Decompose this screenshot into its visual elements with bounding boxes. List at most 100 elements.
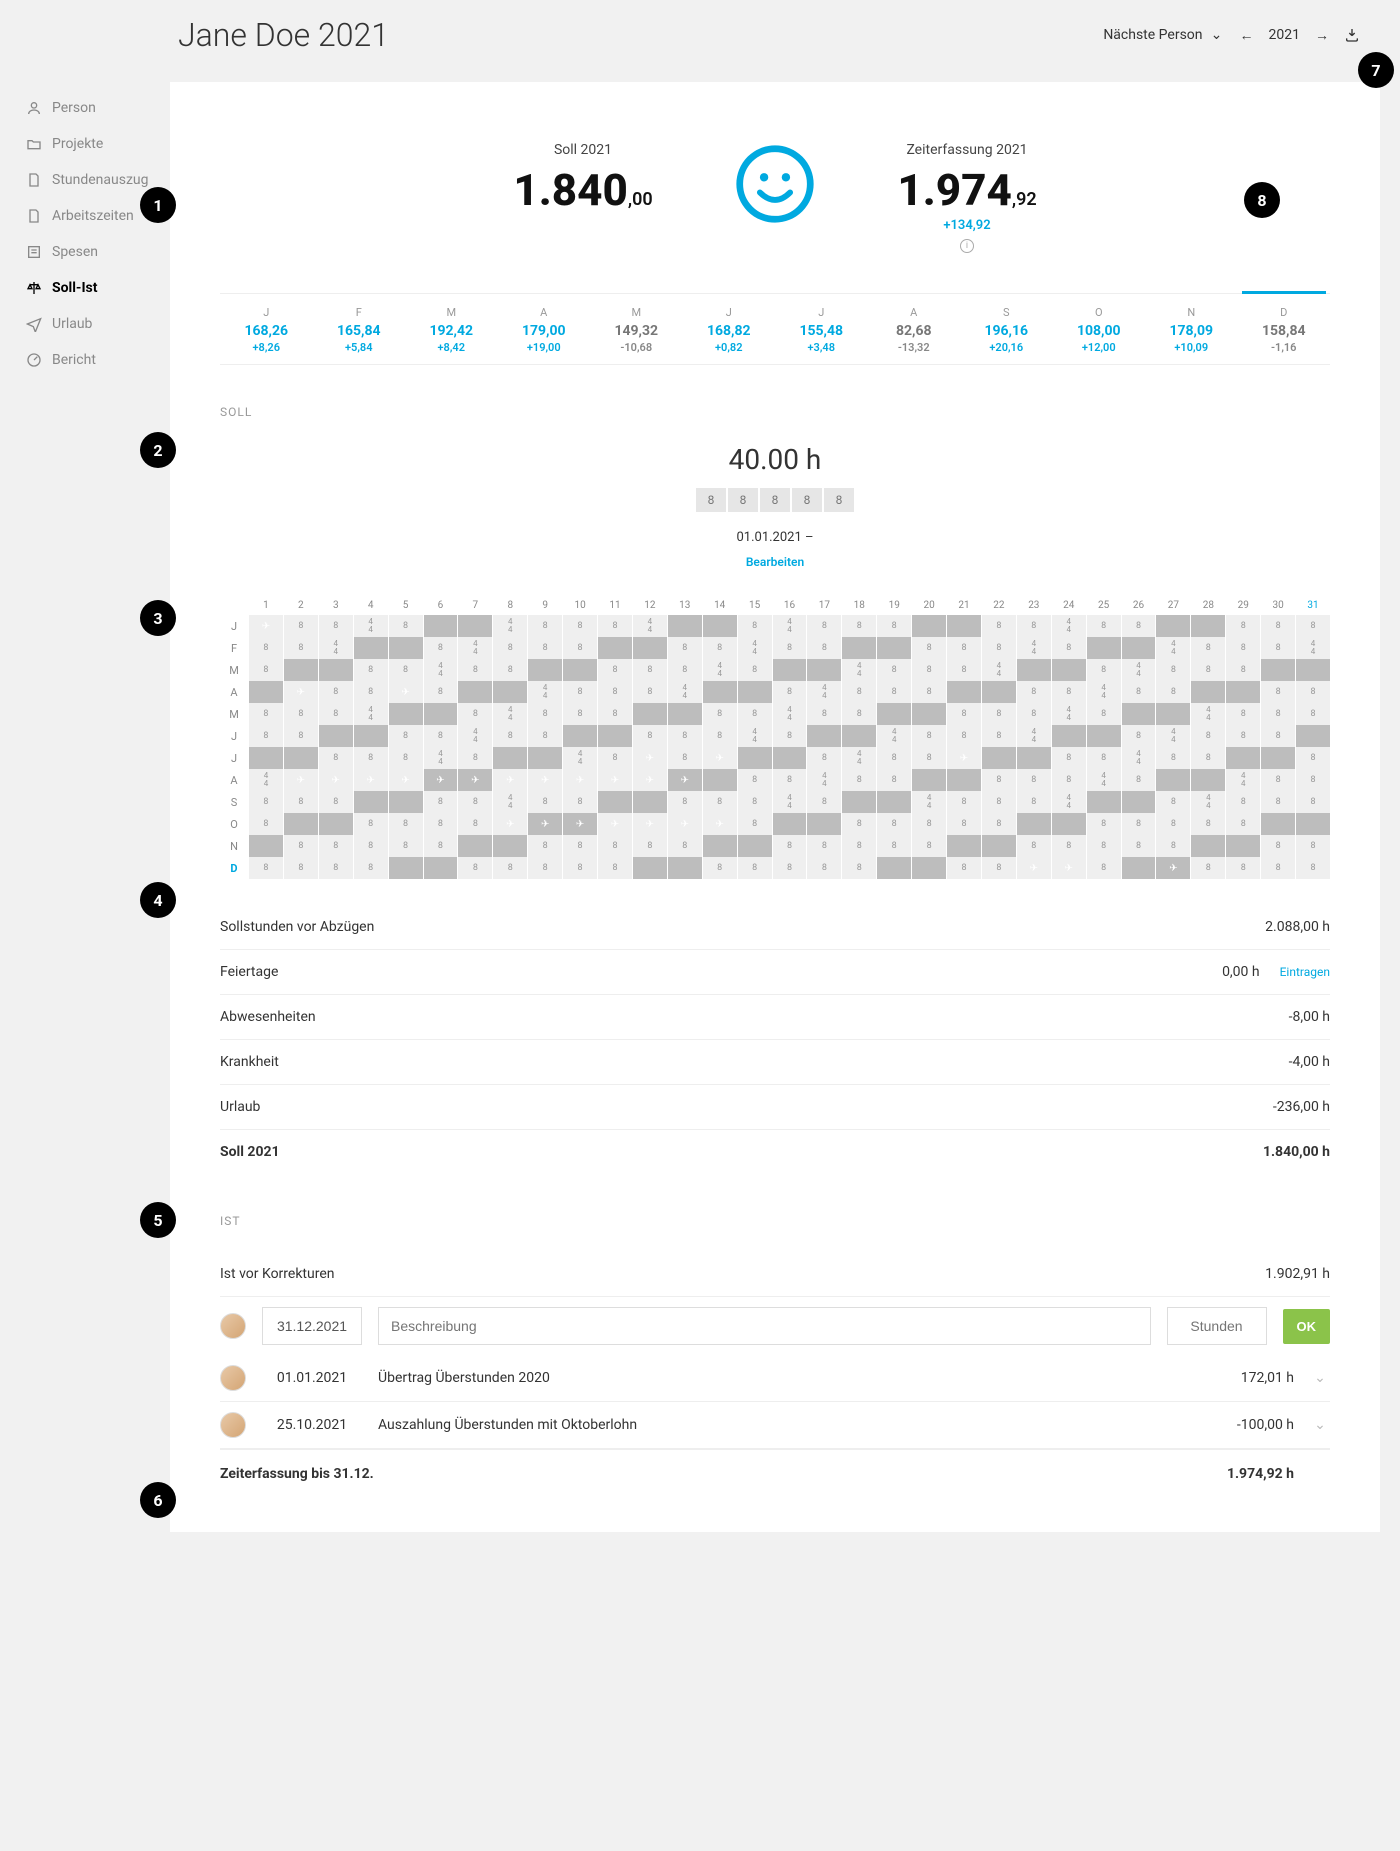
calendar-cell[interactable]: 8 xyxy=(563,637,597,659)
calendar-cell[interactable]: 8 xyxy=(1296,857,1330,879)
calendar-cell[interactable]: 8 xyxy=(773,835,807,857)
calendar-cell[interactable]: 8 xyxy=(807,857,841,879)
calendar-cell[interactable]: 8 xyxy=(563,703,597,725)
chevron-down-icon[interactable]: ⌄ xyxy=(1310,1370,1330,1386)
calendar-cell[interactable]: 8 xyxy=(1156,681,1190,703)
calendar-cell[interactable] xyxy=(528,747,562,769)
calendar-cell[interactable]: 44 xyxy=(1122,747,1156,769)
calendar-cell[interactable]: 8 xyxy=(877,681,911,703)
calendar-cell[interactable] xyxy=(1296,813,1330,835)
calendar-cell[interactable]: 8 xyxy=(842,681,876,703)
calendar-cell[interactable]: 8 xyxy=(842,769,876,791)
calendar-cell[interactable]: 8 xyxy=(982,813,1016,835)
calendar-cell[interactable]: 8 xyxy=(1087,813,1121,835)
calendar-cell[interactable] xyxy=(633,791,667,813)
calendar-cell[interactable] xyxy=(773,747,807,769)
calendar-cell[interactable]: 8 xyxy=(249,813,283,835)
calendar-cell[interactable] xyxy=(807,813,841,835)
calendar-cell[interactable]: 8 xyxy=(807,615,841,637)
calendar-cell[interactable]: 8 xyxy=(1296,791,1330,813)
calendar-cell[interactable]: 8 xyxy=(493,637,527,659)
calendar-cell[interactable]: 44 xyxy=(493,791,527,813)
calendar-cell[interactable] xyxy=(424,857,458,879)
calendar-cell[interactable] xyxy=(389,857,423,879)
calendar-cell[interactable]: 8 xyxy=(1122,813,1156,835)
calendar-cell[interactable]: 8 xyxy=(738,659,772,681)
calendar-cell[interactable]: 8 xyxy=(982,637,1016,659)
calendar-cell[interactable]: ✈ xyxy=(493,813,527,835)
calendar-cell[interactable] xyxy=(493,681,527,703)
calendar-cell[interactable]: ✈ xyxy=(668,813,702,835)
calendar-cell[interactable] xyxy=(738,681,772,703)
calendar-cell[interactable]: 44 xyxy=(877,725,911,747)
calendar-cell[interactable]: 8 xyxy=(284,725,318,747)
calendar-cell[interactable]: 8 xyxy=(912,835,946,857)
info-icon[interactable]: i xyxy=(960,239,974,253)
calendar-cell[interactable]: 8 xyxy=(528,703,562,725)
calendar-cell[interactable] xyxy=(703,769,737,791)
calendar-cell[interactable]: 8 xyxy=(319,681,353,703)
month-col[interactable]: D158,84-1,16 xyxy=(1238,294,1331,364)
calendar-cell[interactable]: 8 xyxy=(773,769,807,791)
calendar-cell[interactable]: 8 xyxy=(807,747,841,769)
calendar-cell[interactable]: 8 xyxy=(877,835,911,857)
calendar-cell[interactable] xyxy=(1017,659,1051,681)
calendar-cell[interactable]: 8 xyxy=(738,615,772,637)
calendar-cell[interactable] xyxy=(389,703,423,725)
calendar-cell[interactable]: 8 xyxy=(424,791,458,813)
calendar-cell[interactable]: 8 xyxy=(249,791,283,813)
calendar-cell[interactable]: 8 xyxy=(1087,835,1121,857)
calendar-cell[interactable] xyxy=(389,637,423,659)
calendar-cell[interactable]: 44 xyxy=(424,747,458,769)
calendar-cell[interactable]: 8 xyxy=(668,747,702,769)
calendar-cell[interactable]: 8 xyxy=(1052,637,1086,659)
month-col[interactable]: A179,00+19,00 xyxy=(498,294,591,364)
ok-button[interactable]: OK xyxy=(1283,1309,1331,1344)
calendar-cell[interactable]: 8 xyxy=(807,791,841,813)
calendar-cell[interactable]: 8 xyxy=(249,725,283,747)
calendar-cell[interactable]: 8 xyxy=(354,681,388,703)
calendar-cell[interactable]: 44 xyxy=(668,681,702,703)
calendar-cell[interactable]: 8 xyxy=(1261,615,1295,637)
calendar-cell[interactable]: ✈ xyxy=(1052,857,1086,879)
month-col[interactable]: N178,09+10,09 xyxy=(1145,294,1238,364)
calendar-cell[interactable]: 44 xyxy=(773,703,807,725)
calendar-cell[interactable]: 8 xyxy=(458,747,492,769)
calendar-cell[interactable] xyxy=(1052,659,1086,681)
month-col[interactable]: J155,48+3,48 xyxy=(775,294,868,364)
calendar-cell[interactable] xyxy=(842,725,876,747)
calendar-cell[interactable]: 8 xyxy=(354,747,388,769)
calendar-cell[interactable]: 8 xyxy=(1087,747,1121,769)
calendar-cell[interactable]: 44 xyxy=(738,725,772,747)
calendar-cell[interactable]: 44 xyxy=(633,615,667,637)
calendar-cell[interactable]: 44 xyxy=(703,659,737,681)
calendar-cell[interactable]: 8 xyxy=(598,747,632,769)
calendar-cell[interactable]: 8 xyxy=(703,725,737,747)
calendar-cell[interactable] xyxy=(877,703,911,725)
sidebar-item-soll-ist[interactable]: Soll-Ist xyxy=(0,270,170,306)
calendar-cell[interactable]: 8 xyxy=(284,857,318,879)
calendar-cell[interactable]: 8 xyxy=(458,791,492,813)
month-col[interactable]: M192,42+8,42 xyxy=(405,294,498,364)
edit-link[interactable]: Bearbeiten xyxy=(746,555,804,569)
calendar-cell[interactable]: 8 xyxy=(947,637,981,659)
calendar-cell[interactable]: 8 xyxy=(319,857,353,879)
calendar-cell[interactable]: 8 xyxy=(1261,769,1295,791)
calendar-cell[interactable] xyxy=(493,835,527,857)
calendar-cell[interactable]: 44 xyxy=(1052,791,1086,813)
sidebar-item-person[interactable]: Person xyxy=(0,90,170,126)
calendar-cell[interactable]: 8 xyxy=(598,615,632,637)
month-col[interactable]: M149,32-10,68 xyxy=(590,294,683,364)
calendar-cell[interactable] xyxy=(1261,813,1295,835)
calendar-cell[interactable] xyxy=(1261,659,1295,681)
calendar-cell[interactable]: 8 xyxy=(284,703,318,725)
calendar-cell[interactable]: ✈ xyxy=(528,813,562,835)
calendar-cell[interactable]: 8 xyxy=(1296,835,1330,857)
calendar-cell[interactable]: 8 xyxy=(1017,681,1051,703)
calendar-cell[interactable] xyxy=(354,791,388,813)
calendar-cell[interactable]: 8 xyxy=(703,637,737,659)
calendar-cell[interactable] xyxy=(912,857,946,879)
calendar-cell[interactable]: 8 xyxy=(877,769,911,791)
calendar-cell[interactable]: 8 xyxy=(738,791,772,813)
calendar-cell[interactable]: 8 xyxy=(1191,725,1225,747)
